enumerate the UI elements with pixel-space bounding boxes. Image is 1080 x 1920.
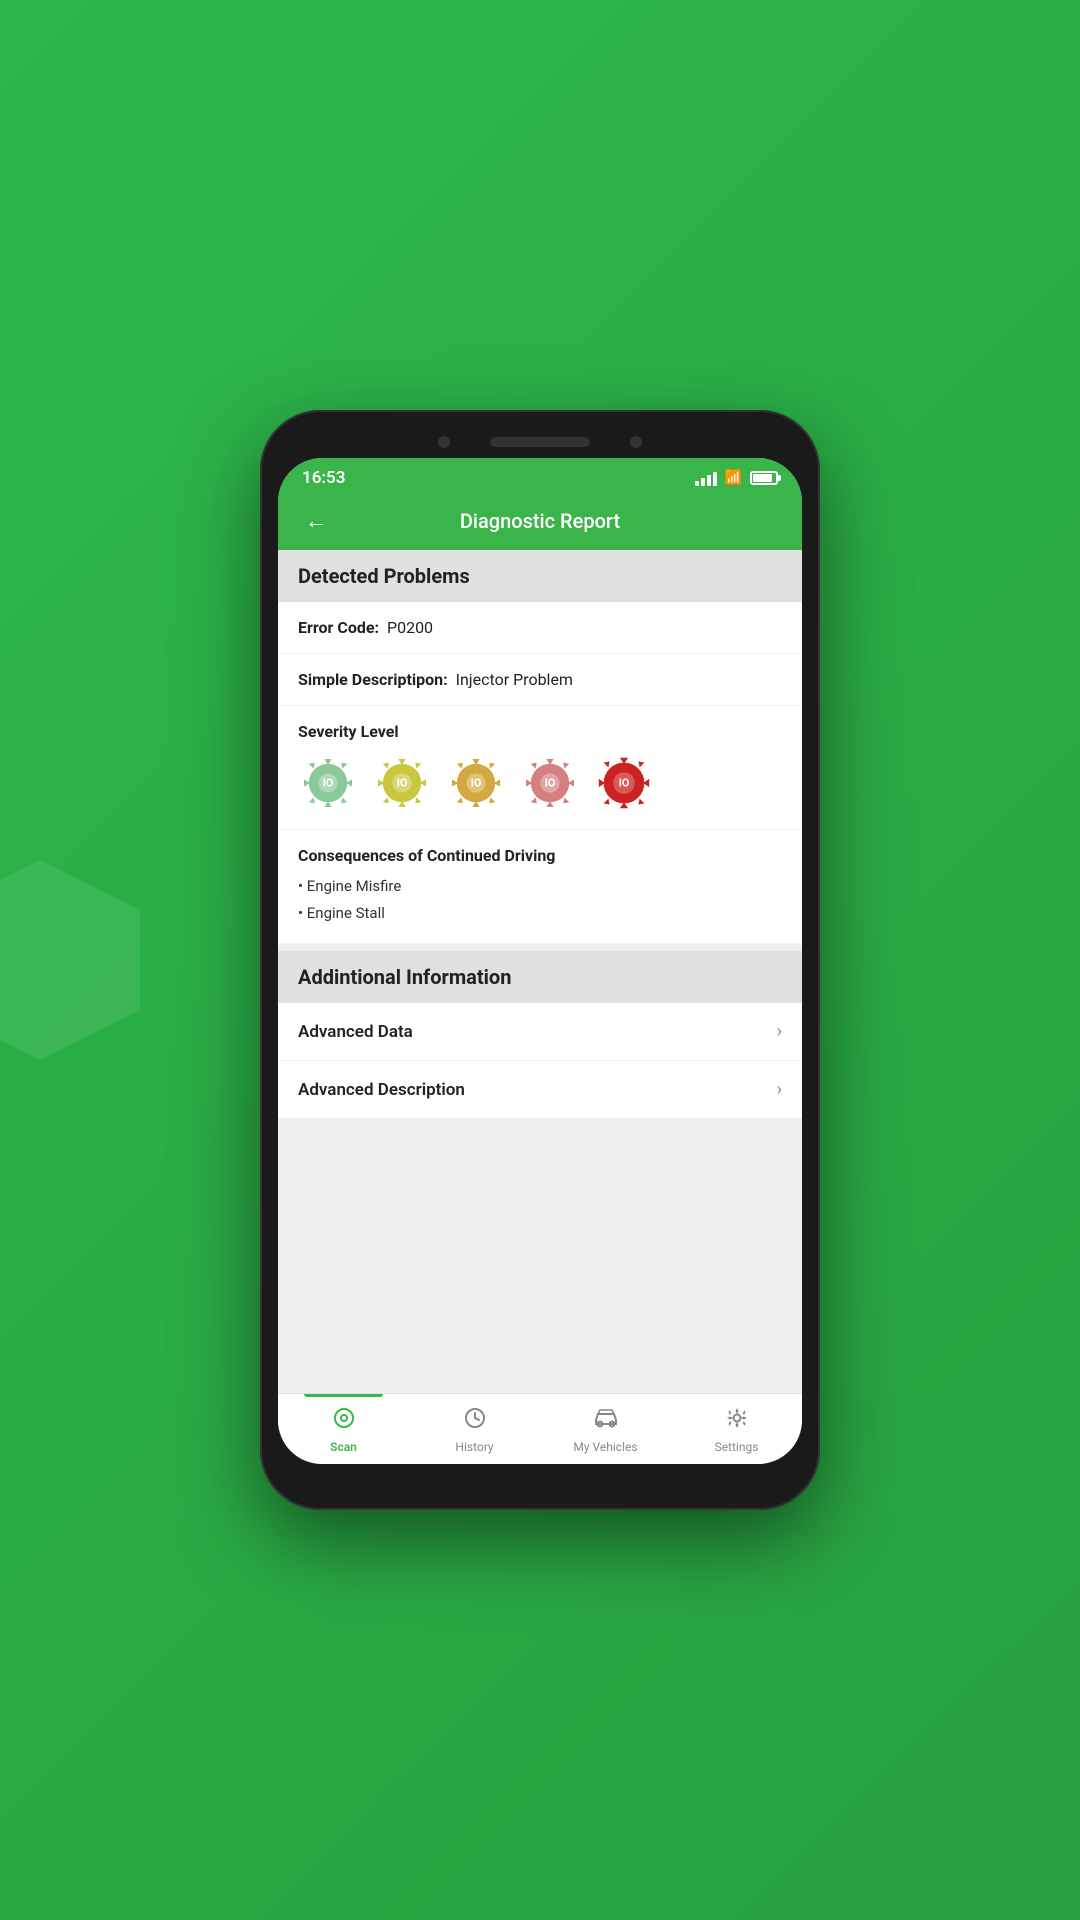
svg-text:IO: IO — [545, 777, 556, 790]
sensor-dot — [630, 436, 642, 448]
advanced-data-chevron: › — [777, 1021, 782, 1042]
severity-gear-4: IO — [520, 753, 580, 813]
phone-screen: 16:53 📶 ← Diagnostic Report — [278, 458, 802, 1464]
detected-problems-header: Detected Problems — [278, 550, 802, 602]
additional-info-title: Addintional Information — [298, 965, 511, 989]
speaker-grille — [490, 437, 590, 447]
consequence-1: • Engine Misfire — [298, 873, 782, 900]
status-time: 16:53 — [302, 468, 345, 488]
nav-my-vehicles[interactable]: My Vehicles — [540, 1394, 671, 1464]
history-icon — [463, 1406, 487, 1436]
severity-gear-5: IO — [594, 753, 654, 813]
settings-label: Settings — [715, 1440, 759, 1454]
bottom-nav: Scan History — [278, 1393, 802, 1464]
phone-notch — [278, 428, 802, 458]
battery-icon — [750, 471, 778, 485]
svg-text:IO: IO — [323, 777, 334, 790]
advanced-description-chevron: › — [777, 1079, 782, 1100]
nav-scan[interactable]: Scan — [278, 1394, 409, 1464]
app-header: ← Diagnostic Report — [278, 496, 802, 550]
simple-desc-row: Simple Descriptipon: Injector Problem — [278, 654, 802, 706]
simple-desc-value: Injector Problem — [456, 670, 573, 689]
status-bar: 16:53 📶 — [278, 458, 802, 496]
camera-dot — [438, 436, 450, 448]
consequences-title: Consequences of Continued Driving — [298, 846, 782, 865]
severity-gear-2: IO — [372, 753, 432, 813]
additional-info-card: Advanced Data › Advanced Description › — [278, 1003, 802, 1118]
settings-icon — [725, 1406, 749, 1436]
severity-section: Severity Level — [278, 706, 802, 830]
severity-icons: IO — [298, 753, 782, 813]
advanced-description-row[interactable]: Advanced Description › — [278, 1061, 802, 1118]
simple-desc-label: Simple Descriptipon: — [298, 670, 448, 689]
nav-history[interactable]: History — [409, 1394, 540, 1464]
error-code-value: P0200 — [387, 618, 433, 637]
section-gap — [278, 943, 802, 951]
history-label: History — [455, 1440, 493, 1454]
advanced-description-label: Advanced Description — [298, 1080, 465, 1100]
scan-icon — [332, 1406, 356, 1436]
status-icons: 📶 — [695, 470, 778, 486]
svg-text:IO: IO — [619, 777, 630, 790]
outer-background: 16:53 📶 ← Diagnostic Report — [0, 0, 1080, 1920]
consequences-section: Consequences of Continued Driving • Engi… — [278, 830, 802, 943]
my-vehicles-icon — [592, 1406, 620, 1436]
consequence-2: • Engine Stall — [298, 900, 782, 927]
nav-settings[interactable]: Settings — [671, 1394, 802, 1464]
detected-problems-title: Detected Problems — [298, 564, 470, 588]
error-code-label: Error Code: — [298, 618, 379, 637]
svg-text:IO: IO — [471, 777, 482, 790]
page-title: Diagnostic Report — [334, 509, 746, 533]
advanced-data-label: Advanced Data — [298, 1022, 413, 1042]
svg-text:IO: IO — [397, 777, 408, 790]
severity-label: Severity Level — [298, 722, 782, 741]
signal-icon — [695, 470, 717, 486]
scan-label: Scan — [330, 1440, 357, 1454]
advanced-data-row[interactable]: Advanced Data › — [278, 1003, 802, 1061]
wifi-icon: 📶 — [725, 470, 742, 486]
severity-gear-1: IO — [298, 753, 358, 813]
my-vehicles-label: My Vehicles — [573, 1440, 637, 1454]
phone-shell: 16:53 📶 ← Diagnostic Report — [260, 410, 820, 1510]
error-info-card: Error Code: P0200 Simple Descriptipon: I… — [278, 602, 802, 943]
error-code-row: Error Code: P0200 — [278, 602, 802, 654]
severity-gear-3: IO — [446, 753, 506, 813]
additional-info-header: Addintional Information — [278, 951, 802, 1003]
content-area: Detected Problems Error Code: P0200 Simp… — [278, 550, 802, 1393]
back-button[interactable]: ← — [298, 508, 334, 534]
